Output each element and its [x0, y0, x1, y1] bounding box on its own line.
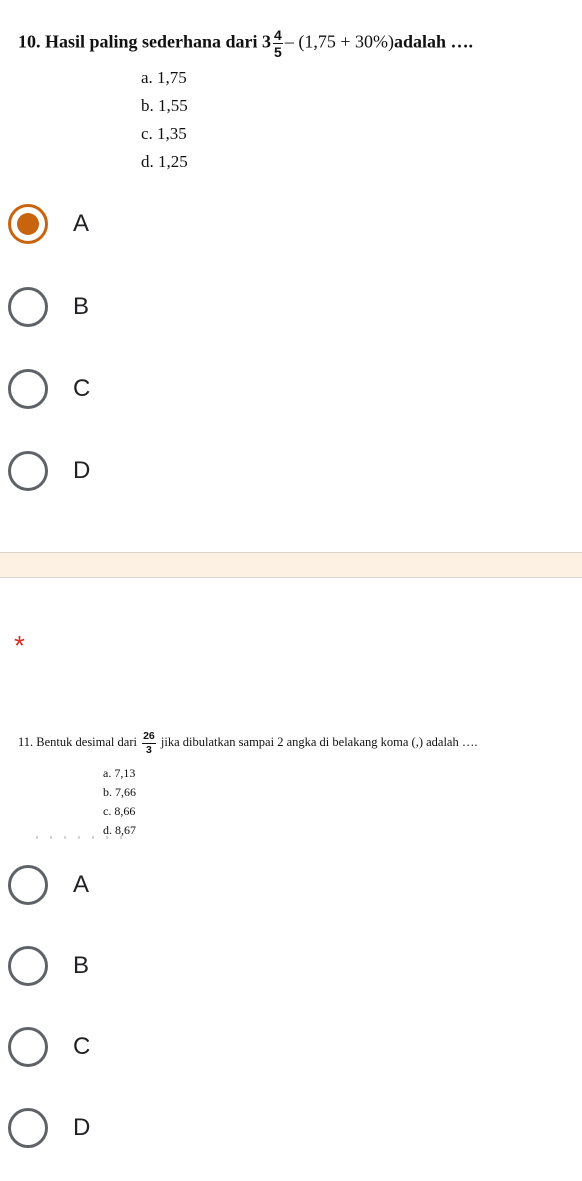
q10-choice-d[interactable]: D: [8, 451, 90, 491]
radio-unchecked-icon[interactable]: [8, 1108, 48, 1148]
fraction-numerator: 4: [273, 27, 283, 44]
choice-label: B: [73, 952, 90, 979]
radio-unchecked-icon[interactable]: [8, 1027, 48, 1067]
choice-label: B: [73, 293, 90, 320]
required-asterisk: *: [14, 630, 25, 661]
fraction-numerator: 26: [142, 730, 156, 744]
question-10-stem: 10. Hasil paling sederhana dari 3 4 5– (1,…: [18, 28, 473, 59]
radio-unchecked-icon[interactable]: [8, 287, 48, 327]
q11-choice-c[interactable]: C: [8, 1027, 90, 1067]
fraction: 45: [273, 28, 283, 59]
choice-label: A: [73, 871, 90, 898]
q11-choice-b[interactable]: B: [8, 946, 89, 986]
fraction-denominator: 3: [146, 743, 152, 756]
radio-unchecked-icon[interactable]: [8, 865, 48, 905]
section-separator: [0, 552, 582, 578]
q10-choice-a[interactable]: A: [8, 204, 89, 244]
choice-label: C: [73, 1033, 91, 1060]
choice-label: D: [73, 457, 91, 484]
faint-scan-marks: [36, 836, 132, 839]
radio-unchecked-icon[interactable]: [8, 946, 48, 986]
question-11-option-c: c. 8,66: [103, 804, 136, 818]
fraction: 26 3: [142, 731, 156, 755]
radio-checked-icon[interactable]: [8, 204, 48, 244]
question-11-stem-suffix: jika dibulatkan sampai 2 angka di belaka…: [160, 734, 478, 749]
question-11-option-list: a. 7,13 b. 7,66 c. 8,66 d. 8,67: [103, 764, 136, 840]
question-11-option-b: b. 7,66: [103, 785, 136, 799]
choice-label: D: [73, 1114, 91, 1141]
question-11-stem: 11. Bentuk desimal dari 26 3 jika dibulat…: [18, 731, 477, 755]
question-10-option-b: b. 1,55: [141, 96, 188, 115]
choice-label: A: [73, 210, 90, 237]
question-10-stem-prefix: 10. Hasil paling sederhana dari 3: [18, 31, 272, 52]
q10-choice-c[interactable]: C: [8, 369, 90, 409]
question-10-option-c: c. 1,35: [141, 124, 187, 143]
question-10-option-d: d. 1,25: [141, 152, 188, 171]
choice-label: C: [73, 375, 91, 402]
q10-choice-b[interactable]: B: [8, 287, 89, 327]
question-10-option-list: a. 1,75 b. 1,55 c. 1,35 d. 1,25: [141, 64, 188, 176]
radio-unchecked-icon[interactable]: [8, 369, 48, 409]
question-10-stem-suffix: adalah ….: [393, 31, 474, 52]
q11-choice-d[interactable]: D: [8, 1108, 90, 1148]
question-11-option-a: a. 7,13: [103, 766, 136, 780]
question-10-option-a: a. 1,75: [141, 68, 187, 87]
question-10-expression: – (1,75 + 30%): [284, 31, 394, 52]
radio-unchecked-icon[interactable]: [8, 451, 48, 491]
q11-choice-a[interactable]: A: [8, 865, 89, 905]
question-11-stem-prefix: 11. Bentuk desimal dari: [18, 734, 137, 749]
fraction-denominator: 5: [274, 44, 282, 60]
